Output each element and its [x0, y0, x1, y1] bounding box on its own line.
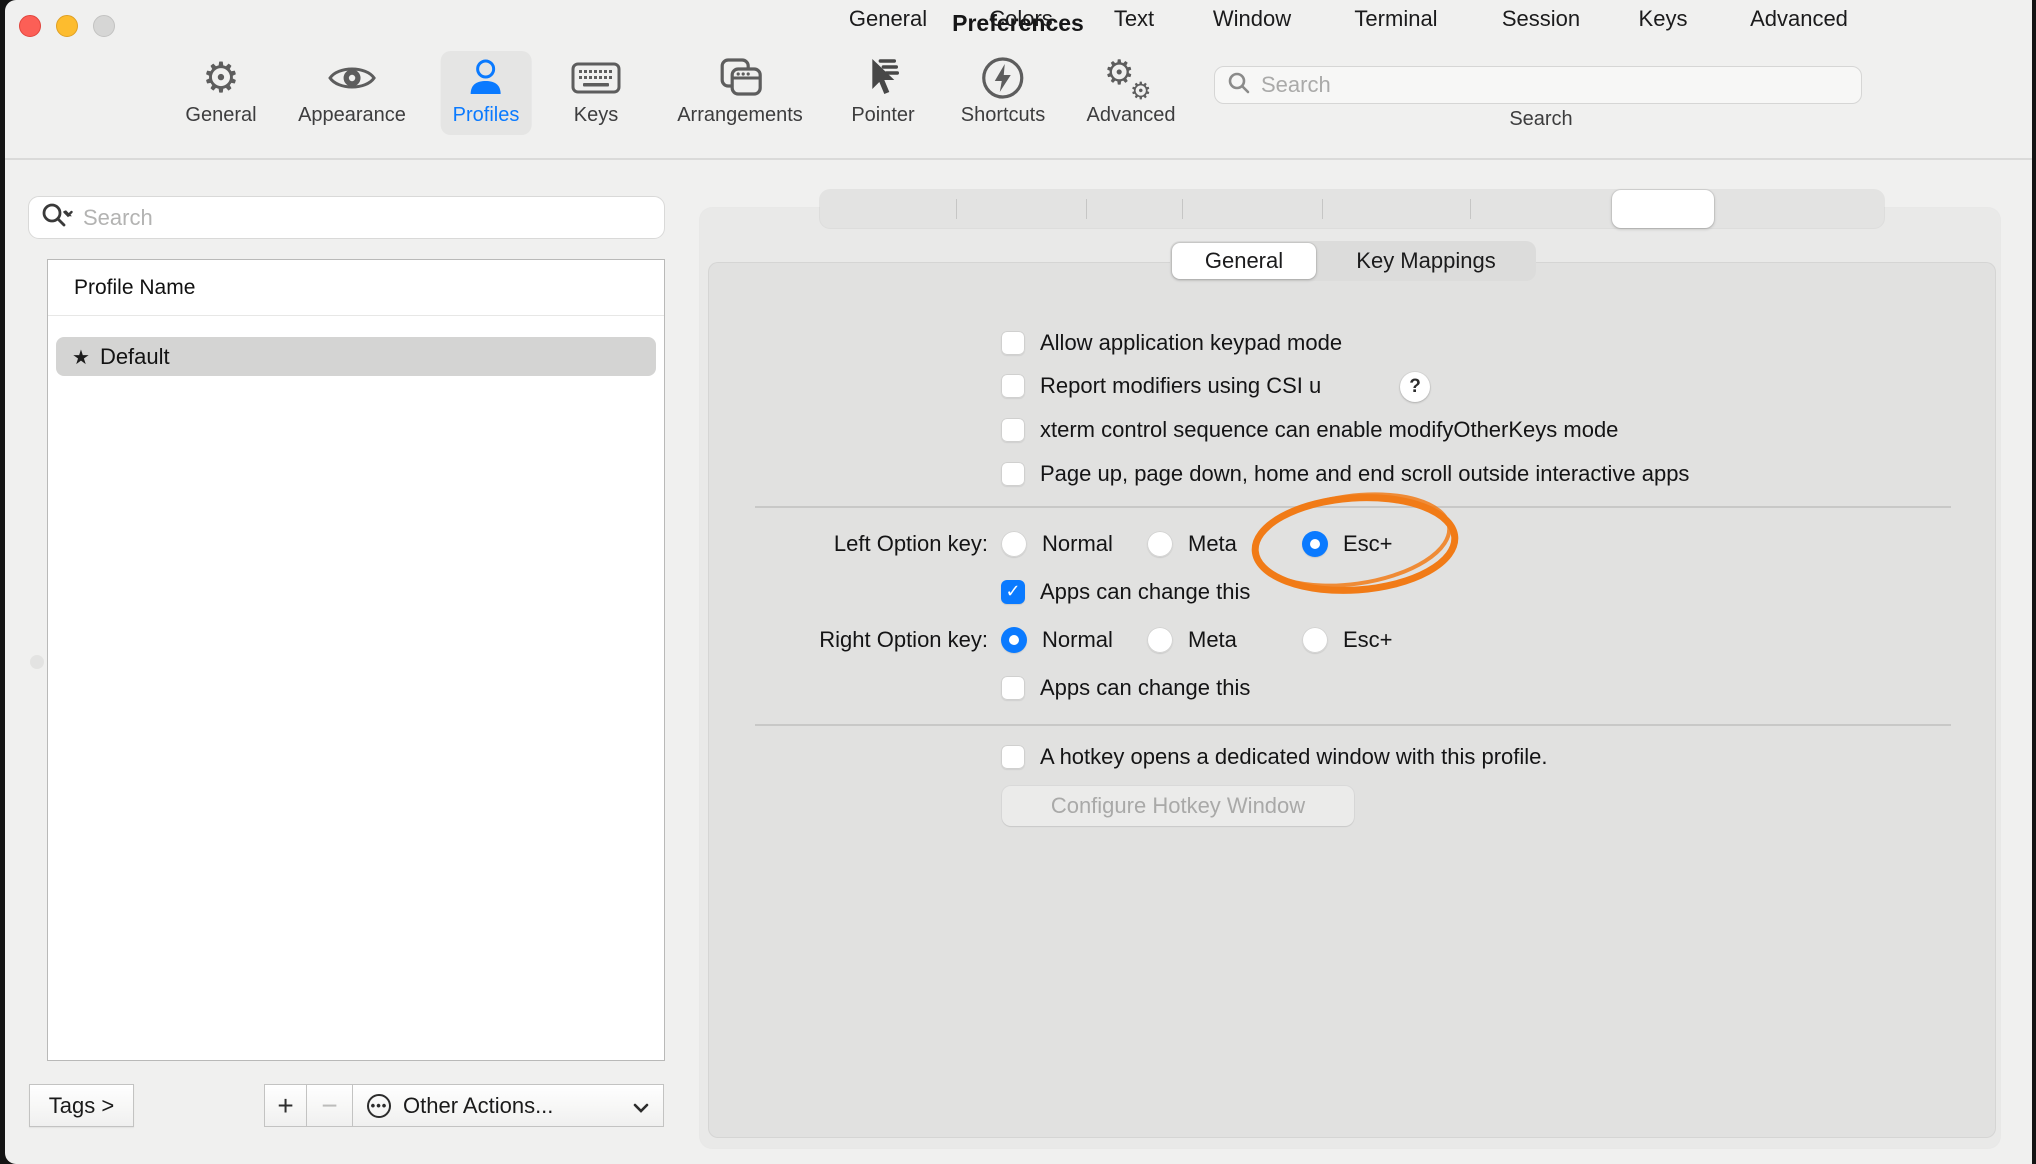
toolbar-divider — [5, 158, 2032, 160]
configure-hotkey-window-button: Configure Hotkey Window — [1002, 786, 1354, 826]
star-icon: ★ — [72, 345, 90, 369]
tab-window[interactable]: Window — [1213, 0, 1291, 38]
checkbox-csi-u[interactable]: ✓ — [1001, 374, 1025, 398]
eye-icon — [326, 52, 378, 104]
window-edge-dot — [30, 655, 44, 669]
selected-tab-highlight — [1612, 190, 1714, 228]
tags-button[interactable]: Tags > — [29, 1084, 134, 1127]
profile-row-default[interactable]: ★ Default — [56, 337, 656, 376]
checkbox-modify-other-keys[interactable]: ✓ — [1001, 418, 1025, 442]
left-option-normal-radio[interactable] — [1001, 531, 1027, 557]
chevron-down-icon — [633, 1100, 649, 1118]
checkbox-hotkey-window[interactable]: ✓ — [1001, 745, 1025, 769]
toolbar-item-arrangements[interactable]: Arrangements — [665, 51, 815, 135]
other-actions-dropdown[interactable]: ••• Other Actions... — [352, 1084, 664, 1127]
search-menu-icon — [41, 202, 73, 233]
windows-icon — [716, 52, 764, 104]
toolbar-item-general[interactable]: ⚙ General — [173, 51, 268, 135]
toolbar-item-keys[interactable]: Keys — [559, 51, 633, 135]
profile-list: Profile Name ★ Default — [47, 259, 665, 1061]
toolbar-item-pointer[interactable]: Pointer — [839, 51, 926, 135]
left-option-key-label: Left Option key: — [688, 529, 988, 559]
left-option-esc-radio[interactable] — [1302, 531, 1328, 557]
subtab-general[interactable]: General — [1205, 243, 1283, 279]
profile-name: Default — [100, 344, 170, 370]
gear-icon: ⚙ — [202, 52, 240, 104]
right-option-meta-radio[interactable] — [1147, 627, 1173, 653]
search-icon — [1227, 71, 1251, 100]
ellipsis-circle-icon: ••• — [367, 1094, 391, 1118]
toolbar-item-advanced[interactable]: ⚙⚙ Advanced — [1075, 51, 1188, 135]
lightning-icon — [980, 52, 1026, 104]
toolbar-search-placeholder: Search — [1261, 72, 1331, 98]
tab-session[interactable]: Session — [1502, 0, 1580, 38]
remove-profile-button: − — [306, 1084, 352, 1127]
profile-actions-group: + − ••• Other Actions... — [264, 1084, 664, 1127]
screen: Preferences ⚙ General Appearance Profile… — [0, 0, 2036, 1164]
profile-list-header: Profile Name — [74, 276, 195, 300]
right-option-key-label: Right Option key: — [688, 625, 988, 655]
preferences-window: Preferences ⚙ General Appearance Profile… — [5, 0, 2032, 1164]
profile-search-placeholder: Search — [83, 205, 153, 231]
cursor-icon — [860, 52, 906, 104]
checkbox-left-apps-change[interactable]: ✓ — [1001, 580, 1025, 604]
keys-general-panel — [708, 262, 1996, 1138]
left-option-meta-radio[interactable] — [1147, 531, 1173, 557]
toolbar-item-appearance[interactable]: Appearance — [286, 51, 418, 135]
right-option-esc-radio[interactable] — [1302, 627, 1328, 653]
tab-terminal[interactable]: Terminal — [1354, 0, 1437, 38]
toolbar-search-item-label: Search — [1441, 108, 1641, 131]
add-profile-button[interactable]: + — [264, 1084, 306, 1127]
tab-general[interactable]: General — [849, 0, 927, 38]
checkbox-keypad-mode[interactable]: ✓ — [1001, 331, 1025, 355]
keyboard-icon — [571, 52, 621, 104]
section-divider — [755, 506, 1951, 508]
toolbar-item-shortcuts[interactable]: Shortcuts — [949, 51, 1057, 135]
subtab-key-mappings[interactable]: Key Mappings — [1356, 243, 1495, 279]
gears-icon: ⚙⚙ — [1104, 52, 1158, 104]
tab-advanced[interactable]: Advanced — [1750, 0, 1848, 38]
profile-tab-bar — [820, 190, 1884, 228]
tab-colors[interactable]: Colors — [989, 0, 1053, 38]
toolbar-search-field[interactable]: Search — [1214, 66, 1862, 104]
tab-keys[interactable]: Keys — [1639, 0, 1688, 38]
toolbar-item-profiles[interactable]: Profiles — [441, 51, 532, 135]
tab-text[interactable]: Text — [1114, 0, 1154, 38]
profile-search-field[interactable]: Search — [28, 196, 665, 239]
checkbox-right-apps-change[interactable]: ✓ — [1001, 676, 1025, 700]
section-divider — [755, 724, 1951, 726]
checkbox-page-scroll[interactable]: ✓ — [1001, 462, 1025, 486]
right-option-normal-radio[interactable] — [1001, 627, 1027, 653]
list-header-divider — [48, 315, 664, 316]
help-button[interactable]: ? — [1400, 372, 1430, 402]
person-icon — [464, 52, 508, 104]
